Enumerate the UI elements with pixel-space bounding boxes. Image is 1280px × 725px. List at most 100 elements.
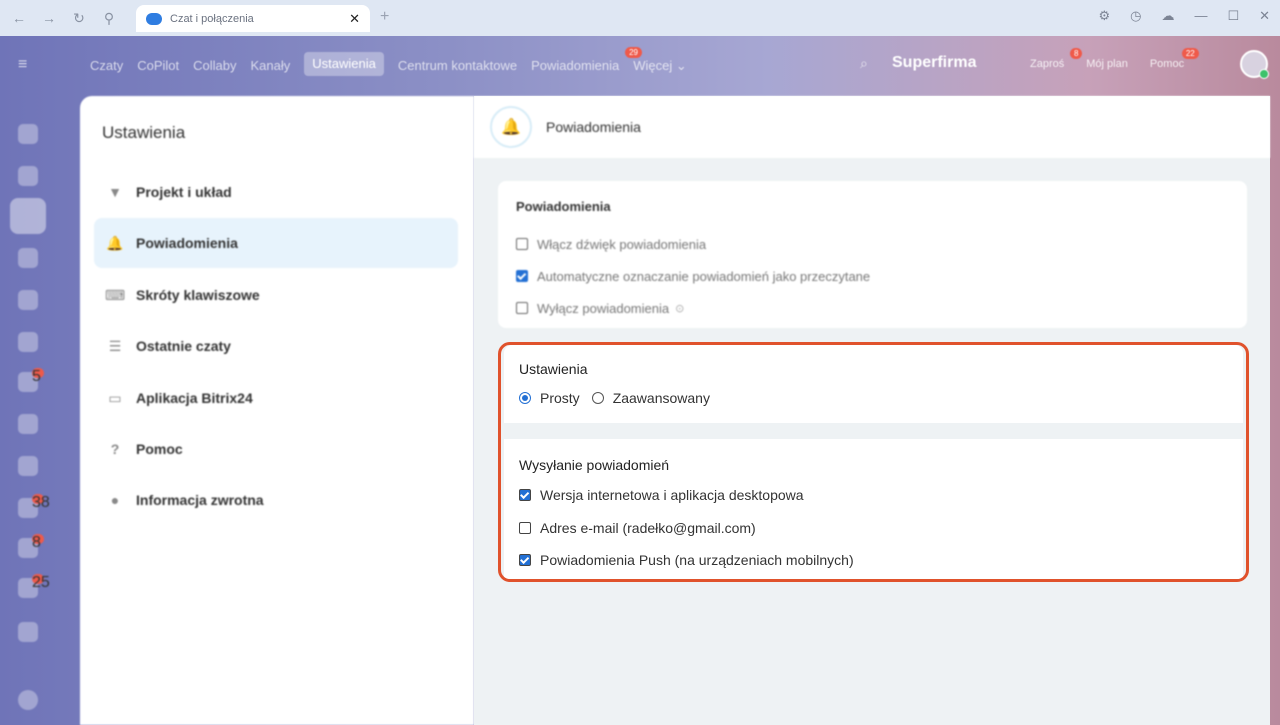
sending-heading: Wysyłanie powiadomień [519, 457, 670, 473]
auto-read-option-label: Automatyczne oznaczanie powiadomień jako… [537, 268, 871, 284]
invite-link[interactable]: Zaproś 8 [1030, 48, 1083, 70]
rail-badge-checklist: 38 [32, 494, 50, 511]
bell-icon: 🔔 [490, 106, 532, 148]
sidebar-item-label: Projekt i układ [136, 184, 232, 200]
minimize-icon[interactable]: — [1194, 8, 1207, 24]
drive-icon[interactable] [18, 332, 38, 352]
web-desktop-label: Wersja internetowa i aplikacja desktopow… [540, 487, 804, 504]
contacts-icon[interactable] [18, 414, 38, 434]
advanced-radio-label[interactable]: Zaawansowany [613, 390, 710, 406]
monitor-icon: ▭ [108, 389, 122, 406]
sidebar-item-design[interactable]: ▼ Projekt i układ [94, 167, 458, 217]
advanced-radio[interactable] [591, 392, 604, 404]
help-label: Pomoc [1149, 58, 1185, 70]
menu-item-collaby[interactable]: Collaby [193, 56, 236, 76]
notifications-card-heading: Powiadomienia [516, 199, 611, 214]
maximize-icon[interactable]: ☐ [1227, 8, 1239, 24]
link-icon[interactable]: ⚲ [98, 7, 120, 29]
disable-option[interactable]: Wyłącz powiadomienia ⊙ [516, 292, 1229, 324]
tasks-icon[interactable] [18, 166, 38, 186]
mode-radio-group: Prosty Zaawansowany [519, 390, 1228, 406]
notifications-card: Powiadomienia Włącz dźwięk powiadomienia… [498, 181, 1247, 328]
settings-title: Ustawienia [102, 123, 186, 142]
info-icon[interactable]: ⊙ [675, 302, 684, 315]
sidebar-item-notifications[interactable]: 🔔 Powiadomienia [94, 218, 458, 268]
highlighted-settings-section: Ustawienia Prosty Zaawansowany Wysyłanie… [498, 342, 1249, 582]
web-desktop-checkbox[interactable] [519, 489, 531, 502]
forward-icon[interactable]: → [38, 7, 60, 29]
push-option[interactable]: Powiadomienia Push (na urządzeniach mobi… [519, 544, 1228, 577]
top-right-links: Zaproś 8 Mój plan Pomoc 22 [1030, 48, 1199, 70]
auto-read-checkbox[interactable] [516, 270, 528, 282]
back-icon[interactable]: ← [8, 7, 30, 29]
cloud-icon [146, 12, 162, 25]
auto-read-option[interactable]: Automatyczne oznaczanie powiadomień jako… [516, 260, 1229, 292]
sound-checkbox[interactable] [516, 238, 528, 250]
invite-badge: 8 [1070, 48, 1083, 59]
sidebar-item-label: Powiadomienia [136, 235, 238, 251]
feed-icon[interactable] [18, 124, 38, 144]
sound-option-label: Włącz dźwięk powiadomienia [537, 236, 707, 252]
sidebar-item-label: Informacja zwrotna [136, 492, 264, 508]
brand-name[interactable]: Superfirma [892, 54, 976, 72]
invite-label: Zaproś [1030, 58, 1065, 70]
menu-item-chats[interactable]: Czaty [90, 56, 123, 76]
history-icon[interactable]: ◷ [1130, 8, 1141, 24]
disable-checkbox[interactable] [516, 302, 528, 314]
menu-item-more[interactable]: Więcej ⌄ [633, 56, 687, 76]
reload-icon[interactable]: ↻ [68, 7, 90, 29]
avatar[interactable] [1240, 50, 1269, 79]
close-window-icon[interactable]: ✕ [1259, 8, 1270, 24]
email-checkbox[interactable] [519, 521, 531, 534]
help-link[interactable]: Pomoc 22 [1149, 48, 1199, 70]
sidebar-item-help[interactable]: ? Pomoc [94, 424, 458, 474]
sidebar-item-app[interactable]: ▭ Aplikacja Bitrix24 [94, 373, 458, 423]
help-circle-icon[interactable] [18, 690, 38, 710]
sidebar-item-label: Aplikacja Bitrix24 [136, 390, 253, 406]
crm-icon[interactable] [18, 456, 38, 476]
chat-bubble-icon: ● [110, 492, 120, 508]
sidebar-item-label: Skróty klawiszowe [136, 287, 260, 303]
settings-content: 🔔 Powiadomienia Powiadomienia Włącz dźwi… [474, 96, 1270, 725]
sound-option[interactable]: Włącz dźwięk powiadomienia [516, 228, 1229, 260]
menu-item-settings[interactable]: Ustawienia [304, 52, 384, 76]
browser-toolbar: ← → ↻ ⚲ Czat i połączenia ✕ + ⚙ ◷ ☁ — ☐ … [0, 0, 1280, 36]
page-title: Powiadomienia [546, 119, 641, 135]
bell-icon: 🔔 [106, 234, 124, 251]
content-header: 🔔 Powiadomienia [474, 96, 1270, 158]
calendar-icon[interactable] [18, 248, 38, 268]
push-checkbox[interactable] [519, 554, 531, 567]
sending-card: Wysyłanie powiadomień Wersja internetowa… [504, 439, 1243, 579]
question-icon: ? [110, 441, 120, 457]
email-label: Adres e-mail (radełko@gmail.com) [540, 519, 756, 536]
cloud-sync-icon[interactable]: ☁ [1161, 8, 1174, 24]
menu-item-channels[interactable]: Kanały [251, 56, 291, 76]
sidebar-item-feedback[interactable]: ● Informacja zwrotna [94, 475, 458, 525]
settings-icon[interactable]: ⚙ [1098, 8, 1110, 24]
email-option[interactable]: Adres e-mail (radełko@gmail.com) [519, 512, 1228, 545]
top-menu: Czaty CoPilot Collaby Kanały Ustawienia … [90, 47, 687, 76]
menu-item-contact-center[interactable]: Centrum kontaktowe [398, 56, 517, 76]
menu-item-notifications[interactable]: Powiadomienia 29 [531, 47, 642, 76]
documents-icon[interactable] [18, 290, 38, 310]
web-desktop-option[interactable]: Wersja internetowa i aplikacja desktopow… [519, 479, 1228, 512]
mode-heading: Ustawienia [519, 361, 588, 377]
sidebar-item-shortcuts[interactable]: ⌨ Skróty klawiszowe [94, 270, 458, 320]
sidebar-item-recent-chats[interactable]: ☰ Ostatnie czaty [94, 321, 458, 371]
analytics-icon[interactable] [18, 622, 38, 642]
chat-icon[interactable] [10, 198, 46, 234]
mode-card: Ustawienia Prosty Zaawansowany [504, 345, 1243, 423]
menu-item-copilot[interactable]: CoPilot [137, 56, 179, 76]
settings-sidebar: Ustawienia ▼ Projekt i układ 🔔 Powiadomi… [80, 96, 474, 725]
tab-title: Czat i połączenia [170, 12, 254, 25]
simple-radio[interactable] [519, 392, 531, 404]
browser-tab[interactable]: Czat i połączenia ✕ [136, 5, 370, 32]
close-tab-icon[interactable]: ✕ [349, 11, 360, 27]
new-tab-icon[interactable]: + [380, 8, 389, 26]
my-plan-link[interactable]: Mój plan [1086, 58, 1128, 70]
search-icon[interactable]: ⌕ [860, 55, 868, 72]
menu-icon[interactable]: ≡ [18, 56, 27, 74]
rail-badge-funnel: 25 [32, 574, 50, 591]
simple-radio-label[interactable]: Prosty [540, 390, 580, 406]
keyboard-icon: ⌨ [104, 286, 126, 303]
